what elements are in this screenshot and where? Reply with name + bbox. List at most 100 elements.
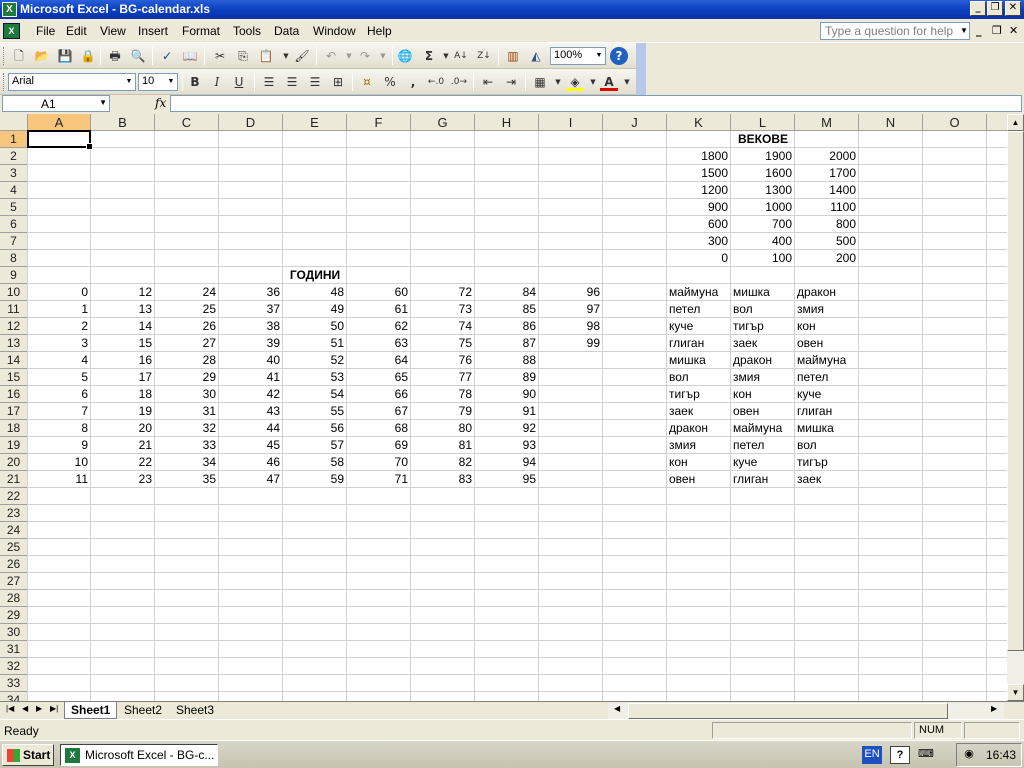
cell-year[interactable]: 96	[539, 284, 603, 301]
cell-year[interactable]: 90	[475, 386, 539, 403]
menu-file[interactable]: File	[36, 24, 55, 38]
column-header-k[interactable]: K	[667, 114, 731, 131]
fill-color-icon[interactable]: ◈	[566, 73, 584, 91]
cell-animal[interactable]: куче	[731, 454, 795, 471]
scroll-down-icon[interactable]: ▼	[1007, 684, 1024, 701]
cell-century[interactable]: 400	[731, 233, 795, 250]
cell-year[interactable]: 68	[347, 420, 411, 437]
font-select[interactable]: Arial ▼	[8, 73, 136, 91]
cell-animal[interactable]: вол	[795, 437, 859, 454]
menu-format[interactable]: Format	[182, 24, 220, 38]
increase-indent-icon[interactable]: ⇥	[502, 73, 520, 91]
cell-year[interactable]: 95	[475, 471, 539, 488]
borders-icon[interactable]: ▦	[531, 73, 549, 91]
vertical-scrollbar[interactable]: ▲ ▼	[1007, 114, 1024, 701]
cell-year[interactable]: 53	[283, 369, 347, 386]
cell-year[interactable]: 41	[219, 369, 283, 386]
row-header-32[interactable]: 32	[0, 658, 28, 675]
font-color-dropdown-icon[interactable]: ▼	[618, 73, 636, 91]
format-painter-icon[interactable]: 🖌	[293, 47, 311, 65]
cell-year[interactable]: 70	[347, 454, 411, 471]
row-header-23[interactable]: 23	[0, 505, 28, 522]
doc-close-icon[interactable]: ✕	[1009, 24, 1018, 37]
cell-year[interactable]: 65	[347, 369, 411, 386]
cell-century[interactable]: 1100	[795, 199, 859, 216]
cell-animal[interactable]: маймуна	[795, 352, 859, 369]
cell-century[interactable]: 600	[667, 216, 731, 233]
cell-year[interactable]: 45	[219, 437, 283, 454]
row-header-18[interactable]: 18	[0, 420, 28, 437]
last-sheet-icon[interactable]: ▶|	[50, 704, 58, 713]
cell-century[interactable]: 0	[667, 250, 731, 267]
cell-year[interactable]: 64	[347, 352, 411, 369]
cell-year[interactable]: 13	[91, 301, 155, 318]
ime-tray-icon[interactable]: ⌨	[918, 746, 934, 764]
help-tray-icon[interactable]: ?	[890, 746, 910, 764]
menu-help[interactable]: Help	[367, 24, 392, 38]
align-center-icon[interactable]: ☰	[283, 73, 301, 91]
merge-center-icon[interactable]: ⊞	[329, 73, 347, 91]
cell-year[interactable]: 67	[347, 403, 411, 420]
prev-sheet-icon[interactable]: ◀	[22, 704, 28, 713]
row-header-31[interactable]: 31	[0, 641, 28, 658]
cell-year[interactable]: 79	[411, 403, 475, 420]
cell-year[interactable]: 78	[411, 386, 475, 403]
sheet-tab-2[interactable]: Sheet2	[118, 702, 168, 719]
new-icon[interactable]: 🗋	[10, 47, 28, 65]
cell-year[interactable]: 48	[283, 284, 347, 301]
cell-year[interactable]: 71	[347, 471, 411, 488]
autosum-icon[interactable]: Σ	[420, 47, 438, 65]
zoom-select[interactable]: 100% ▼	[550, 47, 606, 65]
cell-century[interactable]: 1500	[667, 165, 731, 182]
cell-year[interactable]: 31	[155, 403, 219, 420]
paste-icon[interactable]: 📋	[257, 47, 275, 65]
cell-animal[interactable]: заек	[667, 403, 731, 420]
row-header-30[interactable]: 30	[0, 624, 28, 641]
horizontal-scroll-thumb[interactable]	[628, 703, 948, 719]
row-header-13[interactable]: 13	[0, 335, 28, 352]
scroll-up-icon[interactable]: ▲	[1007, 114, 1024, 131]
cell-year[interactable]: 46	[219, 454, 283, 471]
row-header-6[interactable]: 6	[0, 216, 28, 233]
print-preview-icon[interactable]: 🔍	[129, 47, 147, 65]
row-header-15[interactable]: 15	[0, 369, 28, 386]
cell-animal[interactable]: дракон	[667, 420, 731, 437]
cell-year[interactable]: 56	[283, 420, 347, 437]
italic-button[interactable]: I	[208, 73, 226, 91]
start-button[interactable]: Start	[2, 744, 54, 766]
font-color-icon[interactable]: A	[600, 73, 618, 91]
row-header-34[interactable]: 34	[0, 692, 28, 701]
row-header-1[interactable]: 1	[0, 131, 28, 148]
cell-year[interactable]: 99	[539, 335, 603, 352]
row-header-16[interactable]: 16	[0, 386, 28, 403]
cell-year[interactable]: 50	[283, 318, 347, 335]
row-header-7[interactable]: 7	[0, 233, 28, 250]
cell-century[interactable]: 1600	[731, 165, 795, 182]
cell-E9-years-heading[interactable]: ГОДИНИ	[283, 267, 347, 284]
close-button[interactable]: ✕	[1005, 1, 1021, 16]
cell-year[interactable]: 59	[283, 471, 347, 488]
column-header-m[interactable]: M	[795, 114, 859, 131]
decrease-decimal-icon[interactable]: .0→	[450, 73, 468, 91]
cell-year[interactable]: 72	[411, 284, 475, 301]
cell-year[interactable]: 74	[411, 318, 475, 335]
cell-year[interactable]: 16	[91, 352, 155, 369]
cell-year[interactable]: 58	[283, 454, 347, 471]
help-search-input[interactable]: Type a question for help	[820, 22, 970, 40]
chart-wizard-icon[interactable]: ▥	[504, 47, 522, 65]
redo-dropdown-icon[interactable]: ▼	[374, 47, 392, 65]
column-header-i[interactable]: I	[539, 114, 603, 131]
taskbar-excel-item[interactable]: X Microsoft Excel - BG-c...	[60, 744, 218, 766]
cell-year[interactable]: 21	[91, 437, 155, 454]
doc-minimize-icon[interactable]: _	[976, 24, 982, 37]
cell-animal[interactable]: змия	[731, 369, 795, 386]
redo-icon[interactable]: ↷	[356, 47, 374, 65]
toolbar-options-icon[interactable]	[636, 69, 646, 95]
cell-year[interactable]: 76	[411, 352, 475, 369]
cell-animal[interactable]: петел	[795, 369, 859, 386]
active-cell-outline[interactable]	[27, 130, 93, 150]
cell-year[interactable]: 88	[475, 352, 539, 369]
cell-year[interactable]: 15	[91, 335, 155, 352]
cell-year[interactable]: 9	[28, 437, 91, 454]
cell-year[interactable]: 23	[91, 471, 155, 488]
